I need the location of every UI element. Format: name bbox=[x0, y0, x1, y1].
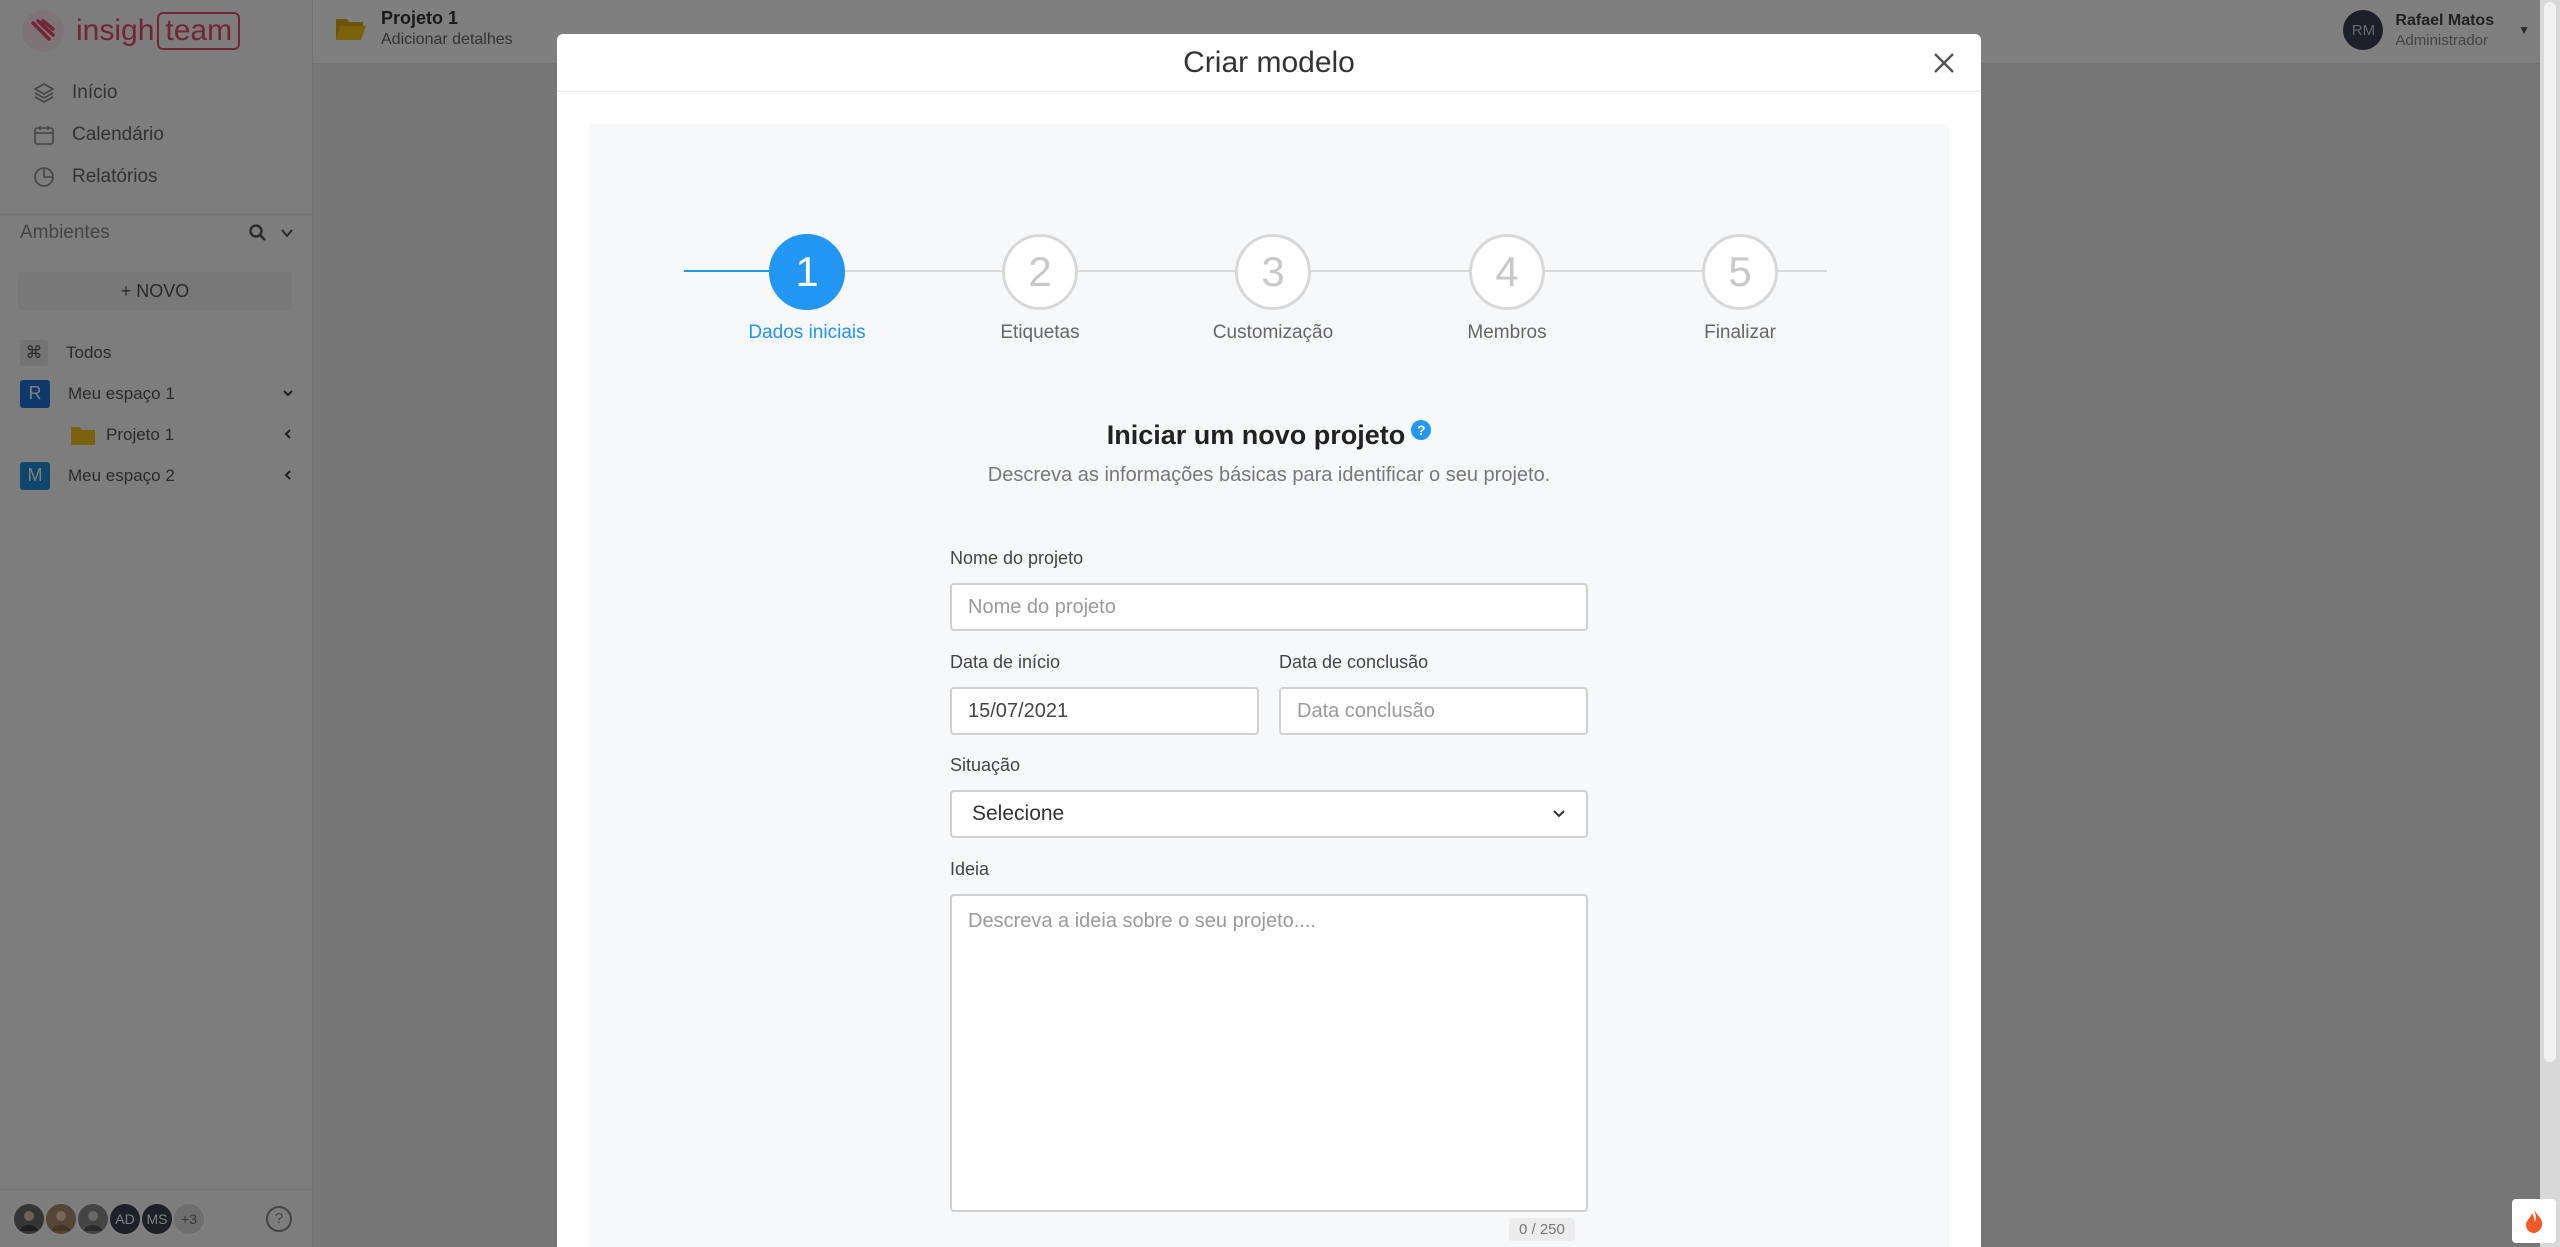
project-name-label: Nome do projeto bbox=[950, 548, 1084, 568]
step-label: Finalizar bbox=[1704, 322, 1776, 343]
step-3[interactable]: 3 Customização bbox=[1213, 234, 1333, 343]
modal-header: Criar modelo bbox=[557, 34, 1981, 92]
form-title-text: Iniciar um novo projeto bbox=[1106, 420, 1406, 450]
step-number: 3 bbox=[1235, 234, 1311, 310]
end-date-input[interactable] bbox=[1279, 687, 1588, 735]
idea-char-counter: 0 / 250 bbox=[1509, 1218, 1575, 1241]
step-5[interactable]: 5 Finalizar bbox=[1702, 234, 1778, 343]
modal-title: Criar modelo bbox=[1183, 45, 1355, 79]
step-connector bbox=[812, 270, 1827, 272]
end-date-label: Data de conclusão bbox=[1279, 652, 1429, 672]
step-number: 1 bbox=[769, 234, 845, 310]
step-4[interactable]: 4 Membros bbox=[1467, 234, 1547, 343]
create-template-modal: Criar modelo 1 Dados iniciais 2 Etiqueta… bbox=[557, 34, 1981, 1247]
step-2[interactable]: 2 Etiquetas bbox=[1000, 234, 1080, 343]
start-date-label: Data de início bbox=[950, 652, 1061, 672]
step-number: 4 bbox=[1469, 234, 1545, 310]
project-name-input[interactable] bbox=[950, 583, 1588, 631]
flame-icon[interactable] bbox=[2512, 1199, 2556, 1243]
step-label: Etiquetas bbox=[1000, 322, 1080, 343]
status-label: Situação bbox=[950, 755, 1021, 775]
close-icon[interactable] bbox=[1929, 48, 1959, 78]
step-number: 2 bbox=[1002, 234, 1078, 310]
scrollbar[interactable] bbox=[2540, 0, 2560, 1247]
form-title: Iniciar um novo projeto? bbox=[589, 420, 1949, 451]
step-1[interactable]: 1 Dados iniciais bbox=[748, 234, 866, 343]
step-label: Dados iniciais bbox=[748, 322, 866, 343]
chevron-down-icon bbox=[1552, 806, 1566, 822]
status-select-value: Selecione bbox=[972, 802, 1065, 825]
idea-textarea[interactable] bbox=[950, 894, 1588, 1212]
idea-label: Ideia bbox=[950, 859, 990, 879]
form-subtitle: Descreva as informações básicas para ide… bbox=[987, 464, 1551, 486]
status-select[interactable]: Selecione bbox=[950, 790, 1588, 838]
step-label: Membros bbox=[1467, 322, 1547, 343]
start-date-input[interactable] bbox=[950, 687, 1259, 735]
modal-body: 1 Dados iniciais 2 Etiquetas 3 Customiza… bbox=[589, 124, 1949, 1247]
help-icon[interactable]: ? bbox=[1411, 420, 1432, 440]
step-number: 5 bbox=[1702, 234, 1778, 310]
step-label: Customização bbox=[1212, 322, 1334, 343]
stepper: 1 Dados iniciais 2 Etiquetas 3 Customiza… bbox=[589, 124, 1949, 344]
scrollbar-thumb[interactable] bbox=[2544, 2, 2556, 1062]
